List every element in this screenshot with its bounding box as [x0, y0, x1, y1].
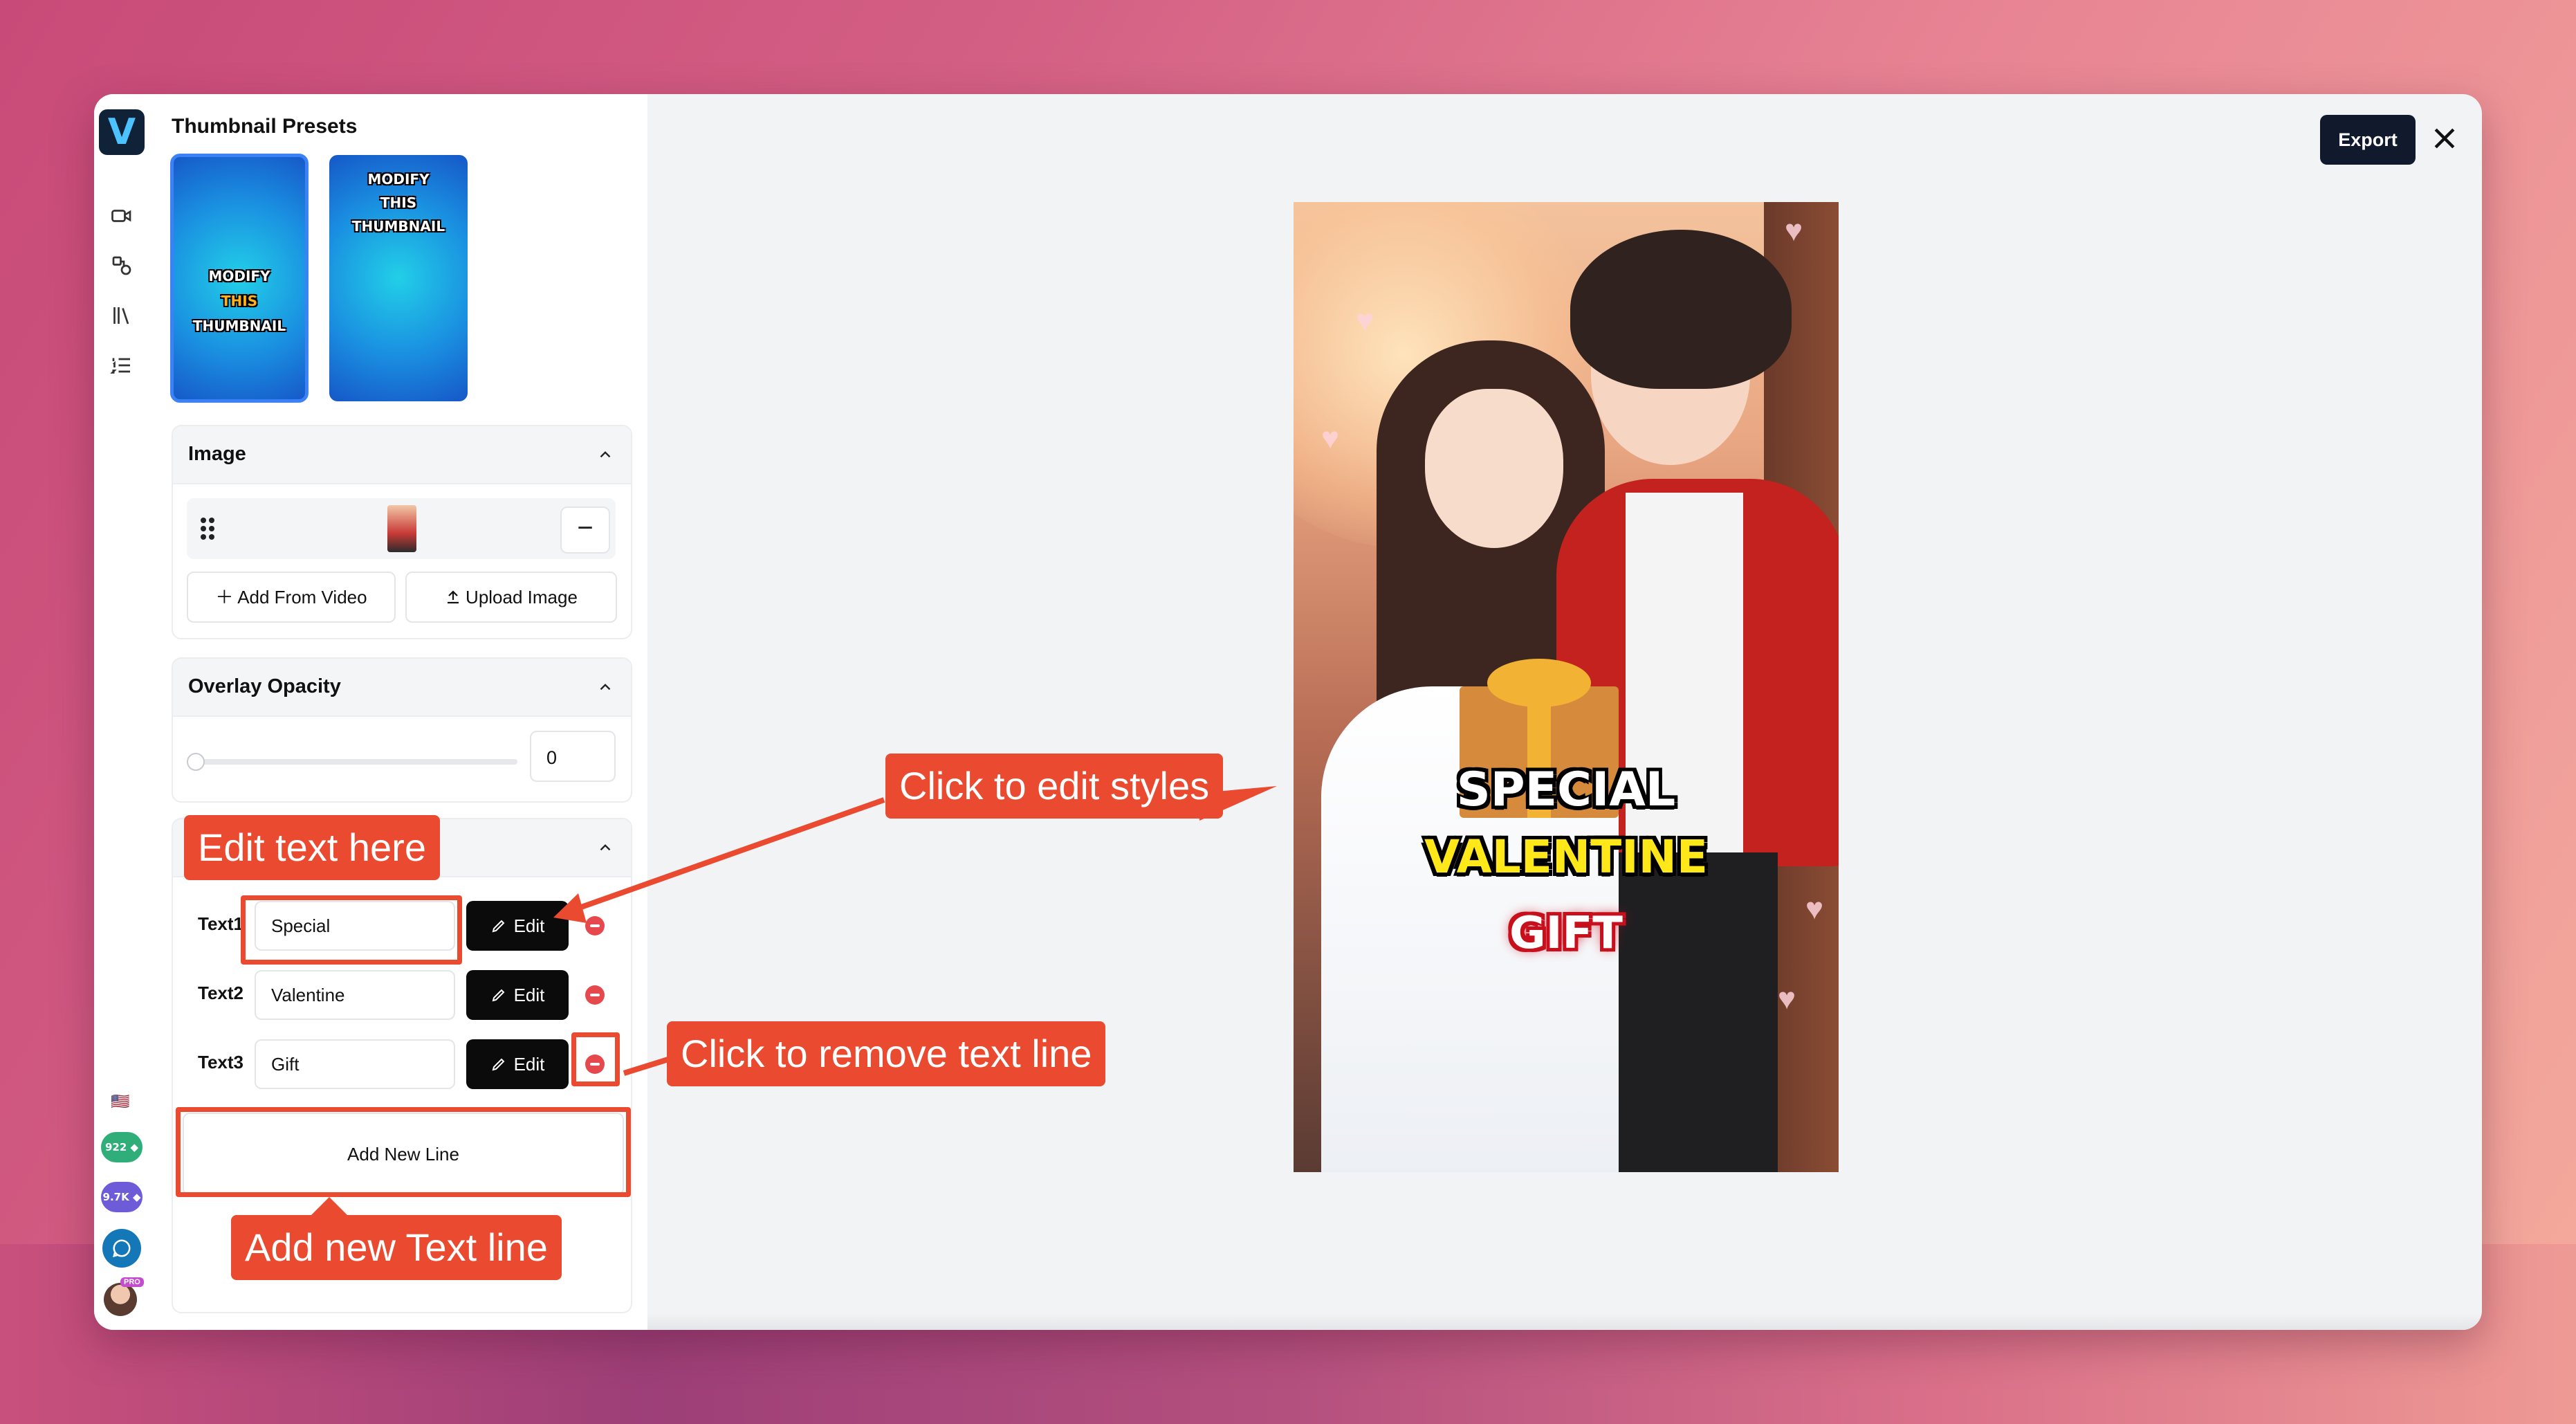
close-icon[interactable] — [2429, 123, 2460, 154]
preset-thumbnail-2[interactable]: MODIFY THIS THUMBNAIL — [329, 155, 468, 401]
girl-face — [1425, 389, 1563, 548]
app-logo[interactable]: V — [99, 109, 145, 155]
language-flag-icon[interactable]: 🇺🇸 — [111, 1090, 129, 1113]
text3-edit-button[interactable]: Edit — [466, 1039, 569, 1089]
pencil-icon — [492, 1058, 505, 1071]
callout-edit-styles: Click to edit styles — [885, 754, 1224, 819]
user-avatar[interactable] — [104, 1283, 137, 1316]
image-layer-row: − — [187, 498, 616, 559]
overlay-section-header[interactable]: Overlay Opacity — [173, 659, 631, 717]
preset-1-line-2: THIS — [221, 293, 258, 309]
image-section-header[interactable]: Image — [173, 426, 631, 484]
callout-add-line: Add new Text line — [231, 1215, 562, 1280]
chevron-up-icon[interactable] — [596, 839, 614, 857]
heart-icon: ♥ — [1785, 214, 1803, 248]
highlight-remove-button — [571, 1032, 620, 1086]
remove-image-button[interactable]: − — [560, 506, 610, 554]
boy-pants — [1598, 852, 1778, 1172]
opacity-slider-track[interactable] — [192, 759, 517, 765]
opacity-value-input[interactable]: 0 — [530, 731, 616, 782]
thumbnail-text-line-3[interactable]: GIFT — [1294, 908, 1839, 959]
add-from-video-button[interactable]: ＋ Add From Video — [187, 572, 396, 623]
text2-edit-label: Edit — [513, 985, 545, 1005]
highlight-text1-input — [241, 895, 462, 965]
list-icon[interactable] — [109, 353, 134, 378]
chevron-up-icon[interactable] — [596, 678, 614, 696]
text2-input[interactable]: Valentine — [255, 970, 455, 1020]
thumbnail-text-line-1[interactable]: SPECIAL — [1294, 763, 1839, 817]
callout-edit-text: Edit text here — [184, 815, 440, 880]
chevron-up-icon[interactable] — [596, 446, 614, 464]
upload-image-button[interactable]: Upload Image — [405, 572, 617, 623]
shapes-icon[interactable] — [109, 253, 134, 278]
left-rail: V 🇺🇸 922 ◆ 9.7K ◆ PRO — [94, 94, 151, 1330]
boy-hair — [1570, 230, 1792, 389]
app-window: V 🇺🇸 922 ◆ 9.7K ◆ PRO Thumbnail Presets … — [94, 94, 2482, 1330]
preset-2-line-2: THIS — [380, 194, 417, 211]
text2-remove-icon[interactable] — [585, 985, 605, 1005]
gift-bow — [1487, 659, 1591, 707]
pro-badge: PRO — [120, 1277, 144, 1287]
export-button[interactable]: Export — [2320, 115, 2416, 165]
text1-edit-button[interactable]: Edit — [466, 901, 569, 951]
text1-remove-icon[interactable] — [585, 916, 605, 935]
bottom-shadow — [647, 1313, 2482, 1330]
upload-icon — [448, 590, 459, 604]
heart-icon: ♥ — [1356, 304, 1374, 338]
preset-1-line-1: MODIFY — [208, 268, 270, 284]
credits-value-1: 922 — [104, 1141, 127, 1153]
pencil-icon — [492, 989, 505, 1002]
callout-remove-line: Click to remove text line — [667, 1021, 1106, 1086]
heart-icon: ♥ — [1321, 421, 1340, 455]
add-from-video-label: Add From Video — [237, 587, 367, 608]
image-layer-thumbnail — [387, 505, 416, 552]
text2-edit-button[interactable]: Edit — [466, 970, 569, 1020]
pencil-icon — [492, 920, 505, 933]
preset-1-line-3: THUMBNAIL — [192, 318, 286, 334]
text2-label: Text2 — [198, 983, 243, 1003]
boy-shirt — [1626, 493, 1743, 880]
chat-icon — [112, 1239, 131, 1258]
drag-handle-icon[interactable] — [199, 516, 216, 541]
heart-icon: ♥ — [1778, 982, 1796, 1016]
overlay-opacity-section: Overlay Opacity 0 — [172, 657, 632, 803]
preset-2-line-3: THUMBNAIL — [351, 218, 445, 235]
thumbnail-preview[interactable]: ♥ ♥ ♥ ♥ ♥ SPECIAL VALENTINE GIFT — [1294, 202, 1839, 1172]
panel-title: Thumbnail Presets — [172, 115, 358, 138]
preset-2-line-1: MODIFY — [367, 171, 430, 188]
text3-label: Text3 — [198, 1052, 243, 1072]
credits-badge-2[interactable]: 9.7K ◆ — [101, 1182, 142, 1212]
image-section-title: Image — [188, 443, 246, 465]
text3-edit-label: Edit — [513, 1054, 545, 1075]
preset-thumbnail-1[interactable]: MODIFY THIS THUMBNAIL — [170, 154, 309, 403]
credits-value-2: 9.7K — [102, 1191, 129, 1203]
video-icon[interactable] — [109, 203, 134, 228]
image-section: Image − ＋ Add From Video Upload Image — [172, 425, 632, 639]
upload-image-label: Upload Image — [466, 587, 578, 608]
highlight-add-line — [176, 1107, 631, 1197]
credits-badge-1[interactable]: 922 ◆ — [101, 1132, 142, 1162]
thumbnail-text-line-2[interactable]: VALENTINE — [1294, 830, 1839, 884]
overlay-section-title: Overlay Opacity — [188, 675, 341, 697]
text3-input[interactable]: Gift — [255, 1039, 455, 1089]
opacity-slider-handle[interactable] — [187, 753, 205, 771]
library-icon[interactable] — [109, 303, 134, 328]
text1-label: Text1 — [198, 913, 243, 934]
chat-button[interactable] — [102, 1229, 141, 1268]
text1-edit-label: Edit — [513, 915, 545, 936]
